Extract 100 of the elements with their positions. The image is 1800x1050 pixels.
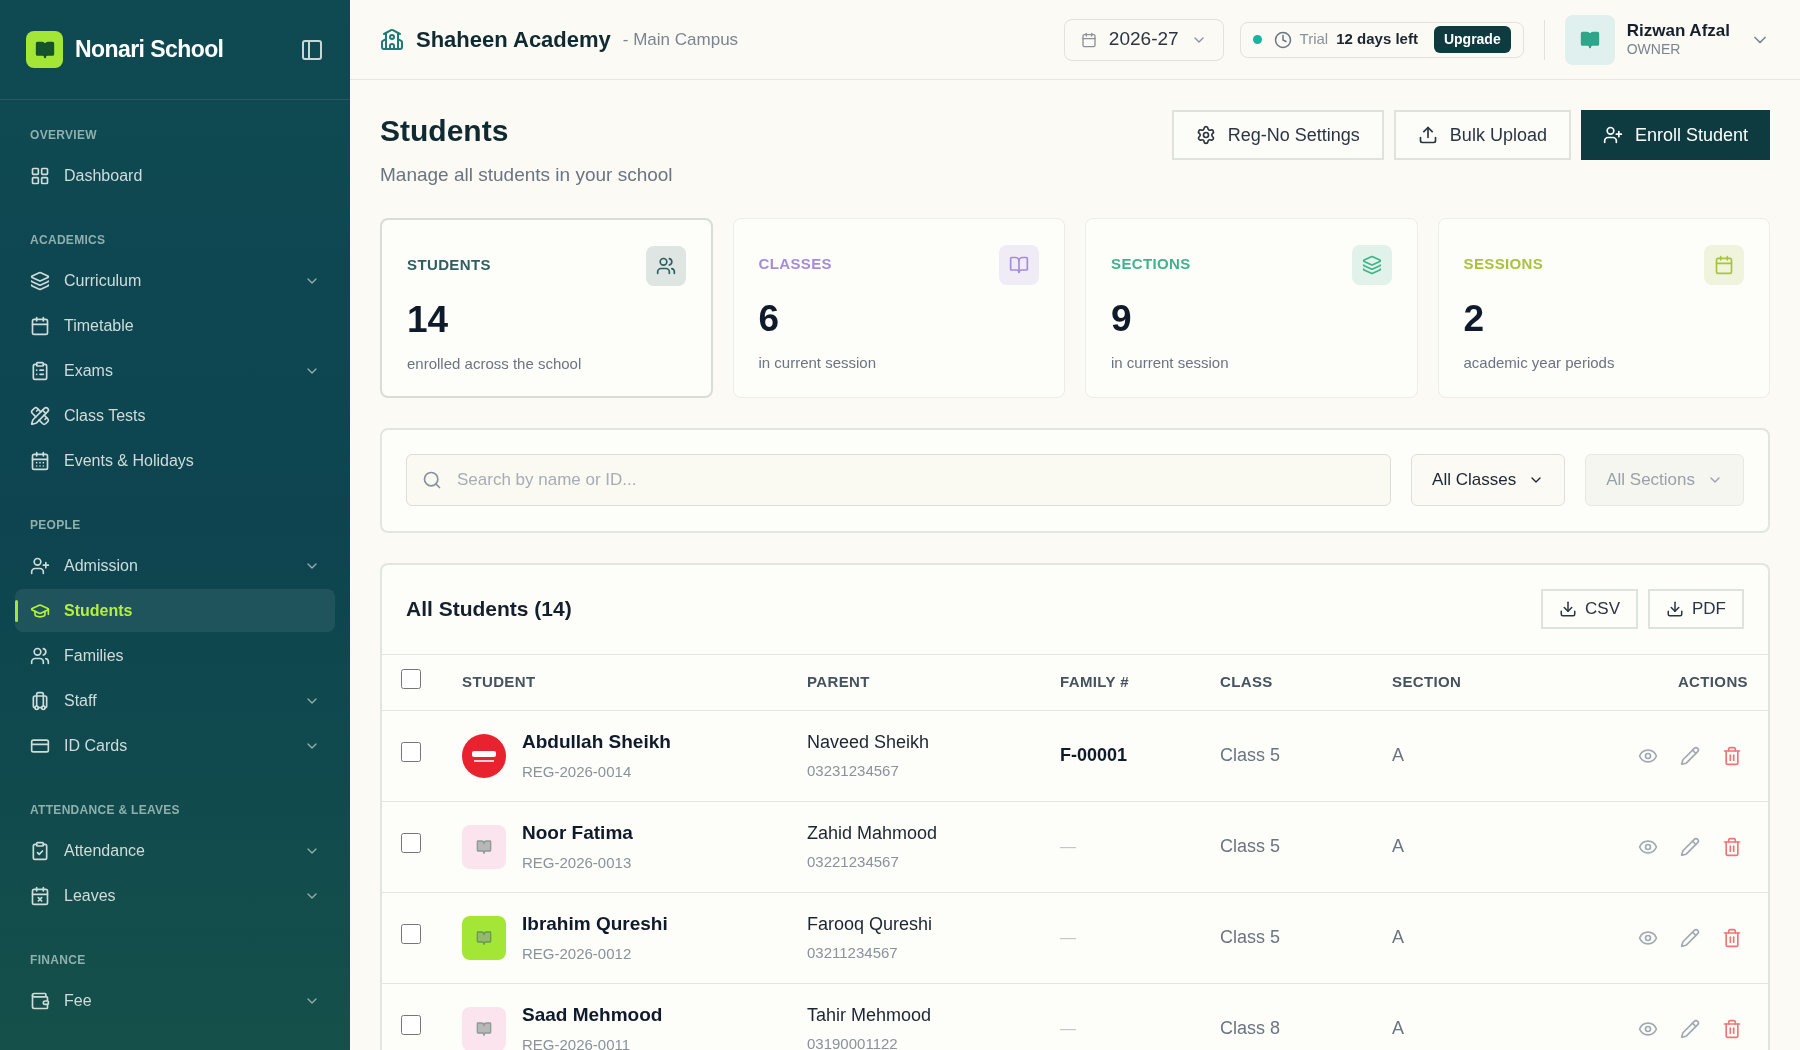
sidebar-item[interactable]: Families bbox=[15, 634, 335, 677]
sidebar-item[interactable]: Events & Holidays bbox=[15, 439, 335, 482]
student-name: Noor Fatima bbox=[522, 821, 633, 845]
section-label: PEOPLE bbox=[29, 517, 82, 534]
parent-name: Tahir Mehmood bbox=[807, 1003, 933, 1027]
user-plus-icon bbox=[1602, 125, 1623, 145]
sidebar-item[interactable]: Staff bbox=[15, 679, 335, 722]
sidebar-item[interactable]: Attendance bbox=[15, 829, 335, 872]
calendar-icon bbox=[1080, 31, 1097, 48]
stat-label: STUDENTS bbox=[407, 255, 491, 276]
stat-value: 2 bbox=[1463, 296, 1486, 341]
table-title: All Students (14) bbox=[406, 596, 572, 623]
section-label: ATTENDANCE & LEAVES bbox=[29, 802, 181, 819]
parent-name: Farooq Qureshi bbox=[807, 912, 934, 936]
edit-icon[interactable] bbox=[1680, 836, 1700, 857]
sidebar-item[interactable]: Class Tests bbox=[15, 394, 335, 437]
section-name: A bbox=[1392, 835, 1405, 858]
sidebar-item[interactable]: Curriculum bbox=[15, 259, 335, 302]
section-name: A bbox=[1392, 926, 1405, 949]
action-button[interactable]: Bulk Upload bbox=[1393, 110, 1571, 160]
clipboard-icon bbox=[30, 360, 50, 381]
column-header: STUDENT bbox=[462, 671, 537, 692]
student-name: Saad Mehmood bbox=[522, 1003, 663, 1027]
calendar-x-icon bbox=[30, 885, 50, 906]
column-header: FAMILY # bbox=[1060, 671, 1130, 692]
stat-caption: in current session bbox=[1111, 353, 1230, 373]
brand-name: Nonari School bbox=[75, 35, 224, 65]
section-name: A bbox=[1392, 1017, 1405, 1040]
edit-icon[interactable] bbox=[1680, 927, 1700, 948]
sidebar-item[interactable]: Exams bbox=[15, 349, 335, 392]
delete-icon[interactable] bbox=[1722, 745, 1742, 766]
action-button[interactable]: Reg-No Settings bbox=[1171, 110, 1384, 160]
reg-number: REG-2026-0014 bbox=[522, 761, 633, 782]
page-subtitle: Manage all students in your school bbox=[380, 163, 673, 187]
sidebar-item[interactable]: Timetable bbox=[15, 304, 335, 347]
stat-label: CLASSES bbox=[758, 254, 832, 275]
class-name: Class 8 bbox=[1220, 1017, 1282, 1040]
luggage-icon bbox=[30, 690, 50, 711]
family-number: F-00001 bbox=[1060, 744, 1129, 767]
sidebar-item[interactable]: Students bbox=[15, 589, 335, 632]
edit-icon[interactable] bbox=[1680, 745, 1700, 766]
export-button[interactable]: PDF bbox=[1648, 589, 1744, 629]
stat-caption: academic year periods bbox=[1463, 353, 1616, 373]
campus-name: - Main Campus bbox=[622, 28, 739, 51]
student-name: Abdullah Sheikh bbox=[522, 730, 671, 754]
reg-number: REG-2026-0013 bbox=[522, 852, 633, 873]
trial-days: 12 days left bbox=[1336, 28, 1418, 51]
parent-phone: 03190001122 bbox=[807, 1033, 899, 1050]
row-checkbox[interactable] bbox=[401, 742, 421, 762]
section-name: A bbox=[1392, 744, 1405, 767]
trial-label: Trial bbox=[1299, 29, 1329, 50]
pencil-ruler-icon bbox=[30, 405, 50, 426]
stat-value: 14 bbox=[407, 297, 450, 342]
select-all-checkbox[interactable] bbox=[401, 668, 421, 689]
logo-icon bbox=[26, 31, 63, 68]
upload-icon bbox=[1417, 125, 1438, 145]
settings-icon bbox=[1195, 125, 1216, 145]
stat-label: SECTIONS bbox=[1111, 254, 1191, 275]
calendar-icon bbox=[30, 450, 50, 471]
user-avatar bbox=[1564, 14, 1615, 65]
row-checkbox[interactable] bbox=[401, 1015, 421, 1035]
stat-caption: enrolled across the school bbox=[407, 354, 583, 374]
parent-phone: 03231234567 bbox=[807, 760, 900, 781]
delete-icon[interactable] bbox=[1722, 836, 1742, 857]
clock-icon bbox=[1273, 30, 1292, 49]
row-checkbox[interactable] bbox=[401, 924, 421, 944]
upgrade-button[interactable]: Upgrade bbox=[1433, 26, 1511, 53]
delete-icon[interactable] bbox=[1722, 1018, 1742, 1039]
page-title: Students bbox=[380, 113, 510, 149]
user-name: Rizwan Afzal bbox=[1626, 20, 1730, 42]
parent-name: Naveed Sheikh bbox=[807, 730, 931, 754]
users-icon bbox=[30, 645, 50, 666]
stat-caption: in current session bbox=[758, 353, 878, 373]
export-button[interactable]: CSV bbox=[1541, 589, 1638, 629]
session-select[interactable]: 2026-27 bbox=[1063, 18, 1224, 61]
download-icon bbox=[1666, 600, 1684, 618]
user-plus-icon bbox=[30, 555, 50, 576]
sidebar-toggle-icon[interactable] bbox=[300, 37, 324, 62]
sidebar-item[interactable]: Dashboard bbox=[15, 154, 335, 197]
family-number: — bbox=[1060, 836, 1077, 857]
parent-name: Zahid Mahmood bbox=[807, 821, 939, 845]
calendar-icon bbox=[30, 315, 50, 336]
layers-icon bbox=[1361, 254, 1382, 275]
sidebar-item[interactable]: Fee bbox=[15, 979, 335, 1022]
search-icon bbox=[422, 470, 442, 490]
student-name: Ibrahim Qureshi bbox=[522, 912, 668, 936]
users-icon bbox=[655, 255, 676, 276]
grid-icon bbox=[30, 165, 50, 186]
class-select[interactable]: All Classes bbox=[1411, 454, 1566, 506]
delete-icon[interactable] bbox=[1722, 927, 1742, 948]
column-header: PARENT bbox=[807, 671, 871, 692]
sidebar-item[interactable]: ID Cards bbox=[15, 724, 335, 767]
action-button[interactable]: Enroll Student bbox=[1580, 110, 1770, 160]
download-icon bbox=[1559, 600, 1578, 618]
edit-icon[interactable] bbox=[1680, 1018, 1700, 1039]
sidebar-item[interactable]: Leaves bbox=[15, 874, 335, 917]
search-field[interactable]: Search by name or ID... bbox=[406, 454, 1392, 506]
stat-value: 6 bbox=[758, 296, 781, 341]
sidebar-item[interactable]: Admission bbox=[15, 544, 335, 587]
row-checkbox[interactable] bbox=[401, 833, 421, 853]
